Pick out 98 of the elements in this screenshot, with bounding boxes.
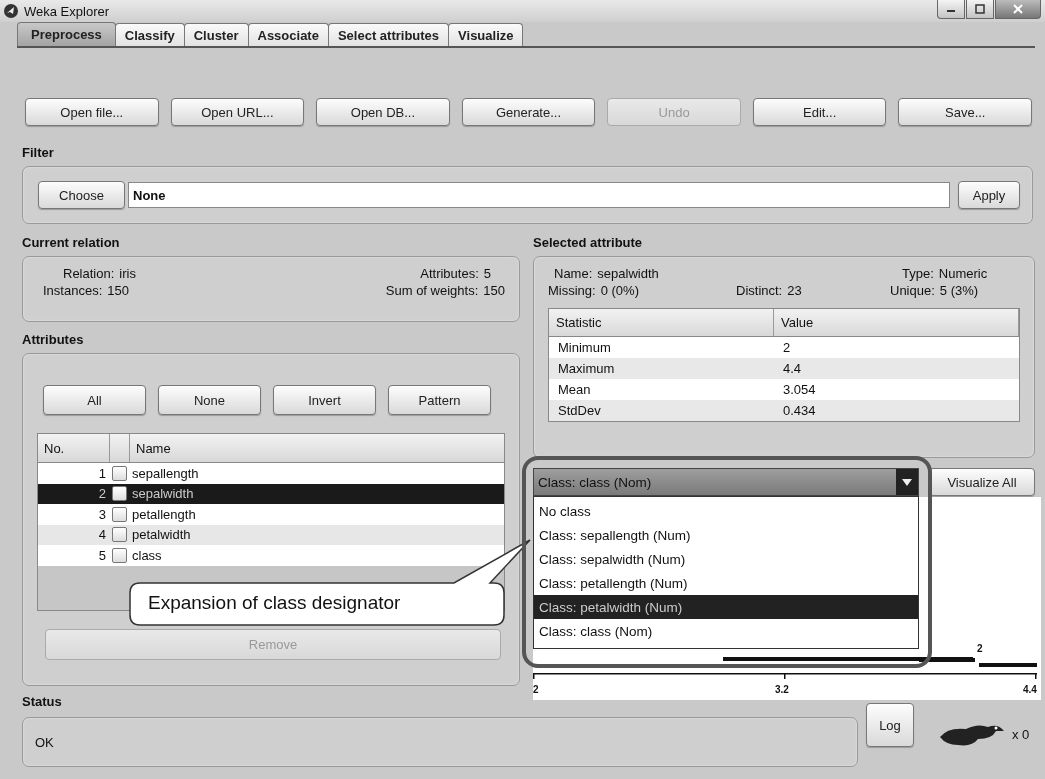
field-label: Distinct: <box>736 282 783 299</box>
attribute-name: sepallength <box>132 465 199 481</box>
log-button[interactable]: Log <box>866 703 914 747</box>
row-number: 3 <box>97 506 107 522</box>
attribute-row[interactable]: 4 petalwidth <box>38 524 504 545</box>
dropdown-option[interactable]: Class: petalwidth (Num) <box>534 595 918 619</box>
column-header: Statistic <box>549 309 774 336</box>
choose-button[interactable]: Choose <box>38 181 125 209</box>
table-cell-text: Mean <box>557 382 592 397</box>
field-value: sepalwidth <box>597 265 659 282</box>
maximize-button[interactable] <box>966 0 994 19</box>
field-value: iris <box>119 265 136 282</box>
bar-label: 2 <box>977 643 983 654</box>
filter-field[interactable]: None <box>128 182 950 208</box>
row-number: 5 <box>97 547 107 563</box>
checkbox[interactable] <box>112 465 127 481</box>
section-label: Attributes <box>22 333 85 347</box>
class-dropdown[interactable]: Class: class (Nom) <box>533 468 919 496</box>
table-cell-text: 2 <box>782 340 792 355</box>
field-value: 150 <box>107 282 129 299</box>
toolbar-button[interactable]: Open file... <box>25 98 159 126</box>
field-label: Type: <box>902 265 934 282</box>
visualize-all-button[interactable]: Visualize All <box>929 468 1035 496</box>
tab[interactable]: Select attributes <box>327 23 450 46</box>
column-header: Value <box>774 309 1019 336</box>
checkbox[interactable] <box>112 547 127 563</box>
dropdown-option[interactable]: Class: sepalwidth (Num) <box>534 547 918 571</box>
tab[interactable]: Classify <box>114 23 185 46</box>
attribute-name: petalwidth <box>132 527 191 543</box>
select-button[interactable]: All <box>43 385 146 415</box>
callout-text: Expansion of class designator <box>148 592 401 614</box>
column-header: Name <box>135 439 172 458</box>
field-label: Relation: <box>63 265 115 282</box>
field-label: Attributes: <box>420 265 479 282</box>
toolbar-button[interactable]: Edit... <box>752 98 887 126</box>
select-button[interactable]: Invert <box>273 385 376 415</box>
tab[interactable]: Preprocess <box>17 22 116 46</box>
section-label: Filter <box>22 146 55 160</box>
select-button[interactable]: Pattern <box>388 385 491 415</box>
dropdown-arrow-icon <box>902 478 912 486</box>
axis-label: 2 <box>533 684 539 695</box>
field-label: Sum of weights: <box>385 282 479 299</box>
checkbox[interactable] <box>112 506 127 522</box>
table-cell-text: 0.434 <box>782 403 817 418</box>
section-label: Status <box>22 695 63 709</box>
select-button[interactable]: None <box>158 385 261 415</box>
field-value: 5 <box>483 265 491 282</box>
field-value: 23 <box>787 282 802 299</box>
dropdown-option[interactable]: No class <box>534 499 918 523</box>
toolbar-button[interactable]: Open URL... <box>170 98 305 126</box>
toolbar-button[interactable]: Save... <box>898 98 1033 126</box>
field-value: 0 (0%) <box>600 282 639 299</box>
section-label: Current relation <box>22 236 121 250</box>
axis-label: 3.2 <box>775 684 789 695</box>
field-label: Missing: <box>548 282 596 299</box>
field-value: 5 (3%) <box>939 282 979 299</box>
table-cell-text: 3.054 <box>782 382 817 397</box>
task-count: x 0 <box>1012 726 1030 742</box>
maximize-icon <box>975 4 985 14</box>
status-text: OK <box>35 734 54 750</box>
dropdown-option[interactable]: Class: petallength (Num) <box>534 571 918 595</box>
row-number: 2 <box>97 486 107 502</box>
toolbar-button[interactable]: Open DB... <box>316 98 450 126</box>
field-value: Numeric <box>938 265 988 282</box>
attribute-row[interactable]: 3 petallength <box>38 504 504 525</box>
attribute-name: sepalwidth <box>132 486 194 502</box>
minimize-button[interactable] <box>937 0 965 19</box>
attribute-row[interactable]: 2 sepalwidth <box>38 483 504 504</box>
close-icon <box>1013 4 1023 14</box>
attribute-name: petallength <box>132 506 196 522</box>
apply-button[interactable]: Apply <box>958 181 1020 209</box>
tab[interactable]: Visualize <box>448 23 524 46</box>
table-cell-text: 4.4 <box>782 361 803 376</box>
field-value: 150 <box>483 282 505 299</box>
checkbox[interactable] <box>112 527 127 543</box>
dropdown-option[interactable]: Class: class (Nom) <box>534 619 918 643</box>
attribute-row[interactable]: 5 class <box>38 545 504 566</box>
field-label: Instances: <box>43 282 103 299</box>
attribute-name: class <box>132 547 162 563</box>
toolbar-button[interactable]: Generate... <box>461 98 596 126</box>
checkbox[interactable] <box>112 486 127 502</box>
row-number: 4 <box>97 527 107 543</box>
field-label: Unique: <box>890 282 935 299</box>
row-number: 1 <box>97 465 107 481</box>
column-header: No. <box>38 434 110 462</box>
app-logo-icon <box>4 4 18 18</box>
window-title: Weka Explorer <box>24 3 109 19</box>
tab[interactable]: Associate <box>247 23 329 46</box>
table-cell-text: Maximum <box>557 361 616 376</box>
table-cell-text: StdDev <box>557 403 602 418</box>
section-label: Selected attribute <box>533 236 644 250</box>
table-cell-text: Minimum <box>557 340 612 355</box>
field-label: Name: <box>554 265 593 282</box>
axis-label: 4.4 <box>1023 684 1037 695</box>
tab[interactable]: Cluster <box>183 23 249 46</box>
dropdown-option[interactable]: Class: sepallength (Num) <box>534 523 918 547</box>
close-button[interactable] <box>995 0 1041 19</box>
attribute-row[interactable]: 1 sepallength <box>38 463 504 484</box>
